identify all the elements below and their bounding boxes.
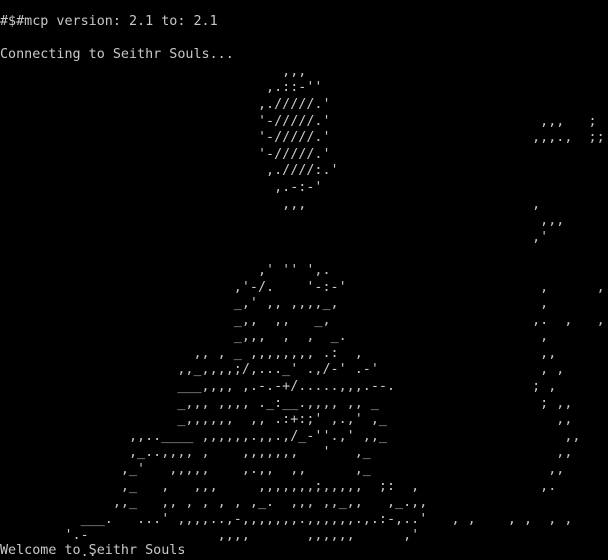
connecting-line: Connecting to Seithr Souls... — [0, 47, 234, 63]
ascii-art-banner: ,,, ,.::-'' ,./////.' '-/////.' ,,, ; '-… — [64, 63, 605, 560]
terminal-window[interactable]: #$#mcp version: 2.1 to: 2.1 Connecting t… — [0, 0, 608, 560]
welcome-line: Welcome to Seithr Souls — [0, 543, 186, 558]
mcp-version-line: #$#mcp version: 2.1 to: 2.1 — [0, 14, 218, 29]
